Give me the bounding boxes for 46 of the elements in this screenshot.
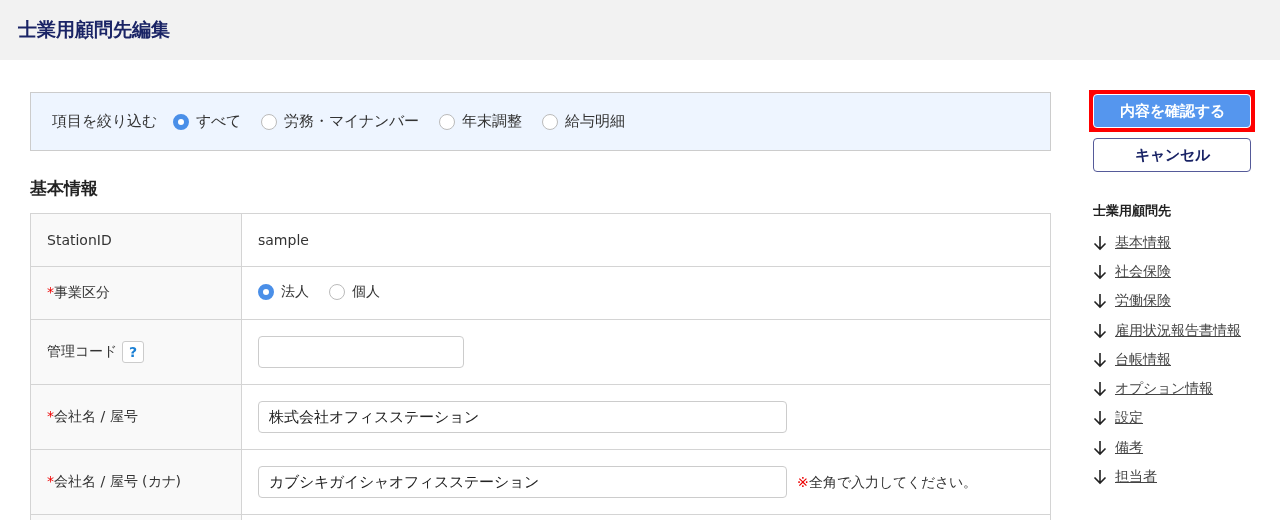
- nav-link[interactable]: 設定: [1115, 409, 1143, 428]
- filter-label: 項目を絞り込む: [52, 112, 157, 131]
- arrow-down-icon: [1093, 469, 1107, 485]
- radio-button[interactable]: [258, 284, 274, 300]
- arrow-down-icon: [1093, 263, 1107, 280]
- radio-button[interactable]: [261, 113, 277, 130]
- nav-link[interactable]: 基本情報: [1115, 233, 1171, 252]
- arrow-down-icon: [1093, 351, 1107, 368]
- input-field[interactable]: カブシキガイシャオフィスステーション: [258, 466, 787, 498]
- nav-link[interactable]: 労働保険: [1115, 292, 1171, 311]
- radio-button[interactable]: [173, 113, 189, 130]
- input-field[interactable]: [258, 336, 464, 368]
- radio-button[interactable]: [439, 113, 455, 130]
- field-label: 管理コード: [47, 343, 117, 359]
- arrow-down-icon: [1093, 410, 1107, 427]
- nav-link[interactable]: 雇用状況報告書情報: [1115, 321, 1241, 340]
- arrow-down-icon: [1093, 439, 1107, 456]
- page-title: 士業用顧問先編集: [18, 17, 170, 42]
- arrow-down-icon: [1093, 322, 1107, 339]
- radio-label: すべて: [196, 112, 241, 131]
- nav-link[interactable]: 備考: [1115, 438, 1143, 457]
- field-label: *事業区分: [47, 284, 110, 300]
- radio-label: 年末調整: [462, 112, 522, 131]
- cancel-button[interactable]: キャンセル: [1093, 138, 1251, 172]
- field-label: *会社名 / 屋号 (カナ): [47, 473, 181, 489]
- radio-label: 法人: [281, 283, 309, 301]
- field-value: sample: [258, 232, 309, 248]
- radio-button[interactable]: [542, 113, 558, 130]
- nav-link[interactable]: 台帳情報: [1115, 350, 1171, 369]
- nav-link[interactable]: オプション情報: [1115, 380, 1213, 399]
- help-icon[interactable]: ?: [122, 341, 144, 363]
- input-field[interactable]: 株式会社オフィスステーション: [258, 401, 787, 433]
- radio-label: 個人: [352, 283, 380, 301]
- arrow-down-icon: [1093, 293, 1107, 310]
- arrow-down-icon: [1093, 234, 1107, 251]
- nav-link[interactable]: 社会保険: [1115, 262, 1171, 281]
- input-note: ※全角で入力してください。: [797, 473, 977, 490]
- arrow-down-icon: [1093, 381, 1107, 398]
- nav-link[interactable]: 担当者: [1115, 468, 1157, 486]
- nav-title: 士業用顧問先: [1093, 202, 1172, 220]
- radio-label: 労務・マイナンバー: [284, 112, 419, 131]
- section-title: 基本情報: [30, 177, 99, 200]
- field-label: StationID: [47, 232, 112, 248]
- field-label: *会社名 / 屋号: [47, 408, 138, 424]
- radio-label: 給与明細: [565, 112, 625, 131]
- radio-button[interactable]: [329, 284, 345, 300]
